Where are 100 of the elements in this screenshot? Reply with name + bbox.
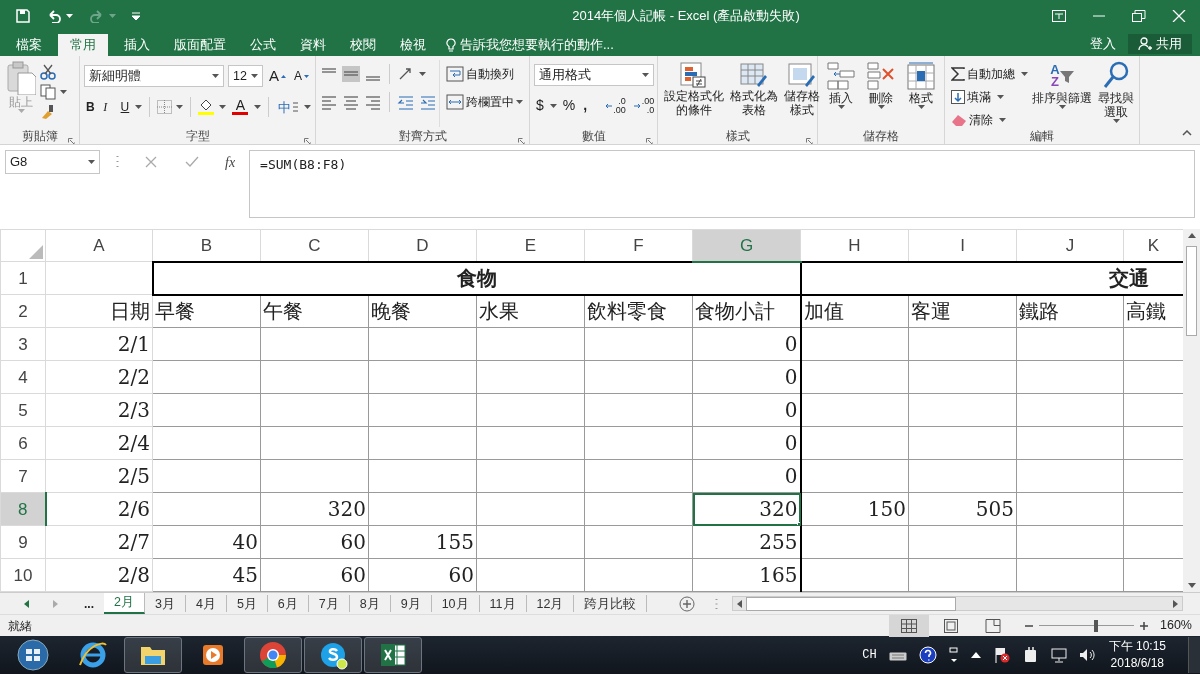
copy-icon[interactable] <box>40 84 56 100</box>
italic-button[interactable]: I <box>101 97 115 118</box>
sign-in-link[interactable]: 登入 <box>1078 34 1128 54</box>
horizontal-scrollbar[interactable] <box>732 596 1183 611</box>
zoom-thumb[interactable] <box>1093 619 1098 632</box>
add-sheet-icon[interactable] <box>679 595 696 612</box>
align-right-icon[interactable] <box>364 94 382 110</box>
percent-button[interactable]: % <box>560 94 578 117</box>
row-header[interactable]: 5 <box>0 393 46 427</box>
clear-button[interactable]: 清除 <box>949 110 995 130</box>
tab-prev-icon[interactable] <box>24 599 29 608</box>
sheet-tab[interactable]: 4月 <box>185 595 227 612</box>
cells-button[interactable]: 格式 <box>902 60 940 127</box>
sort-filter-button[interactable]: A Z 排序與篩選 <box>1030 60 1094 127</box>
customize-icon[interactable] <box>132 12 140 20</box>
row-header[interactable]: 9 <box>0 525 46 559</box>
phonetic-button[interactable]: 中 <box>276 96 300 118</box>
row-header[interactable]: 3 <box>0 327 46 361</box>
ribbon-tab[interactable]: 資料 <box>288 34 338 56</box>
column-header[interactable]: H <box>800 229 909 262</box>
dialog-launcher-icon[interactable] <box>68 138 75 144</box>
row-header[interactable]: 10 <box>0 558 46 592</box>
comma-button[interactable]: , <box>581 94 590 117</box>
format-painter-icon[interactable] <box>40 104 56 120</box>
scroll-right-icon[interactable] <box>1173 599 1178 608</box>
zoom-in-icon[interactable] <box>1140 621 1148 630</box>
scroll-down-icon[interactable] <box>1187 583 1196 588</box>
font-name-field[interactable]: 新細明體 <box>84 65 225 88</box>
scroll-up-icon[interactable] <box>1187 233 1196 238</box>
taskbar-app[interactable] <box>364 637 422 673</box>
row-header[interactable]: 1 <box>0 261 46 295</box>
windows-switch-icon[interactable] <box>948 647 959 663</box>
find-select-button[interactable]: 尋找與 選取 <box>1096 60 1136 127</box>
network-icon[interactable] <box>1050 647 1067 663</box>
taskbar-app[interactable] <box>304 637 362 673</box>
sheet-tab[interactable]: 12月 <box>526 595 575 612</box>
vertical-scrollbar[interactable] <box>1183 229 1200 592</box>
dialog-launcher-icon[interactable] <box>518 138 525 144</box>
collapse-ribbon-icon[interactable] <box>1182 130 1192 136</box>
bold-button[interactable]: B <box>84 97 98 118</box>
column-header[interactable]: D <box>368 229 477 262</box>
grow-font-button[interactable]: A <box>266 64 288 89</box>
restore-icon[interactable] <box>1132 10 1146 22</box>
column-header[interactable]: A <box>45 229 153 262</box>
ribbon-tab[interactable]: 插入 <box>112 34 162 56</box>
cells-button[interactable]: 刪除 <box>862 60 900 127</box>
merge-center-button[interactable]: 跨欄置中 <box>444 92 516 112</box>
font-size-field[interactable]: 12 <box>228 65 263 88</box>
taskbar-app[interactable] <box>244 637 302 673</box>
shrink-font-button[interactable]: A <box>292 66 311 87</box>
show-hidden-icon[interactable] <box>970 652 981 658</box>
number-format-field[interactable]: 通用格式 <box>534 64 654 86</box>
sheet-tab[interactable]: 跨月比較 <box>574 595 648 612</box>
tell-me-field[interactable]: 告訴我您想要執行的動作... <box>460 35 614 55</box>
column-header[interactable]: J <box>1016 229 1124 262</box>
column-header[interactable]: C <box>260 229 369 262</box>
scroll-thumb[interactable] <box>746 596 957 611</box>
name-box[interactable]: G8 <box>5 150 100 174</box>
dialog-launcher-icon[interactable] <box>806 138 813 144</box>
sheet-tab[interactable]: 5月 <box>226 595 268 612</box>
share-button[interactable]: 共用 <box>1128 34 1192 54</box>
speaker-icon[interactable] <box>1078 648 1097 662</box>
column-header[interactable]: G <box>692 229 801 262</box>
style-button[interactable]: 設定格式化 的條件 <box>662 60 726 127</box>
row-header[interactable]: 6 <box>0 426 46 460</box>
style-button[interactable]: 儲存格 樣式 <box>782 60 822 127</box>
scissors-icon[interactable] <box>40 64 56 80</box>
dialog-launcher-icon[interactable] <box>304 138 311 144</box>
row-header[interactable]: 2 <box>0 294 46 328</box>
sheet-tab[interactable]: 2月 <box>104 593 145 614</box>
insert-function-button[interactable]: fx <box>225 152 236 173</box>
power-plug-icon[interactable] <box>1022 647 1039 663</box>
ribbon-tab[interactable]: 校閱 <box>338 34 388 56</box>
taskbar-app[interactable] <box>124 637 182 673</box>
ribbon-tab[interactable]: 檢視 <box>388 34 438 56</box>
column-header[interactable]: K <box>1123 229 1183 262</box>
sheet-tab[interactable]: 10月 <box>431 595 480 612</box>
fill-color-icon[interactable] <box>197 99 216 116</box>
cells-button[interactable]: 插入 <box>822 60 860 127</box>
decrease-decimal-button[interactable]: .00 .0 <box>631 95 657 116</box>
sheet-tab[interactable]: 7月 <box>308 595 350 612</box>
align-center-icon[interactable] <box>342 94 360 110</box>
help-icon[interactable] <box>918 646 937 664</box>
column-header[interactable]: B <box>152 229 261 262</box>
undo-icon[interactable] <box>46 9 62 23</box>
increase-decimal-button[interactable]: .0 .00 <box>603 95 628 116</box>
more-sheets-button[interactable]: ... <box>82 593 96 614</box>
row-header[interactable]: 8 <box>0 492 46 526</box>
wrap-text-button[interactable]: 自動換列 <box>444 64 523 84</box>
sheet-tab[interactable]: 6月 <box>267 595 309 612</box>
font-color-button[interactable]: A <box>230 98 251 117</box>
row-header[interactable]: 4 <box>0 360 46 394</box>
zoom-slider[interactable] <box>1039 619 1134 632</box>
autosum-button[interactable]: 自動加總 <box>949 64 1017 84</box>
save-icon[interactable] <box>16 9 30 23</box>
fill-button[interactable]: 填滿 <box>949 87 993 107</box>
row-header[interactable]: 7 <box>0 459 46 493</box>
scroll-thumb[interactable] <box>1186 246 1197 336</box>
action-center-flag-icon[interactable] <box>992 647 1011 663</box>
column-header[interactable]: I <box>908 229 1017 262</box>
